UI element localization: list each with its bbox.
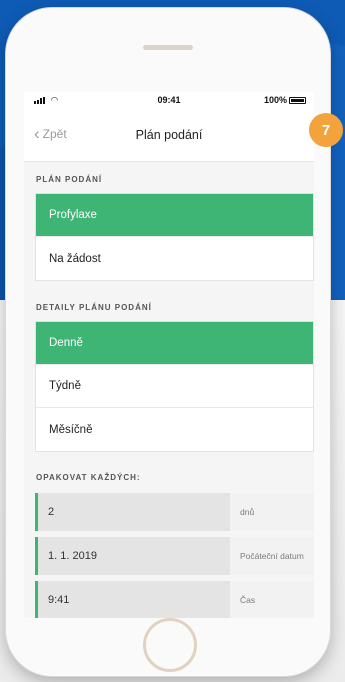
- detail-option-group: Denně Týdně Měsíčně: [35, 321, 314, 452]
- plan-option-group: Profylaxe Na žádost: [35, 193, 314, 281]
- interval-field[interactable]: 2: [35, 493, 230, 531]
- time-label: Čas: [230, 581, 314, 618]
- repeat-row-interval: 2 dnů: [35, 493, 314, 531]
- step-badge: 7: [309, 113, 343, 147]
- battery-percent: 100%: [263, 95, 287, 105]
- time-field[interactable]: 9:41: [35, 581, 230, 618]
- option-denne[interactable]: Denně: [36, 322, 313, 365]
- section-label-repeat: OPAKOVAT KAŽDÝCH:: [36, 473, 141, 482]
- home-button[interactable]: [143, 618, 197, 672]
- phone-frame: ◠ 09:41 100% ‹ Zpět Plán podání PLÁN POD…: [6, 8, 330, 676]
- repeat-row-time: 9:41 Čas: [35, 581, 314, 618]
- interval-unit: dnů: [230, 493, 314, 531]
- navigation-bar: ‹ Zpět Plán podání: [24, 112, 314, 162]
- repeat-row-start-date: 1. 1. 2019 Počáteční datum: [35, 537, 314, 575]
- status-bar: ◠ 09:41 100%: [24, 92, 314, 110]
- start-date-field[interactable]: 1. 1. 2019: [35, 537, 230, 575]
- section-label-detail: DETAILY PLÁNU PODÁNÍ: [36, 303, 152, 312]
- option-profylaxe[interactable]: Profylaxe: [36, 194, 313, 237]
- content-area: PLÁN PODÁNÍ Profylaxe Na žádost DETAILY …: [24, 162, 314, 618]
- battery-icon: [289, 97, 306, 104]
- speaker-grille: [143, 45, 193, 50]
- page-title: Plán podání: [135, 128, 203, 142]
- option-na-zadost[interactable]: Na žádost: [36, 237, 313, 280]
- option-tydne[interactable]: Týdně: [36, 365, 313, 408]
- phone-screen: ◠ 09:41 100% ‹ Zpět Plán podání PLÁN POD…: [24, 92, 314, 618]
- start-date-label: Počáteční datum: [230, 537, 314, 575]
- option-mesicne[interactable]: Měsíčně: [36, 408, 313, 451]
- section-label-plan: PLÁN PODÁNÍ: [36, 175, 103, 184]
